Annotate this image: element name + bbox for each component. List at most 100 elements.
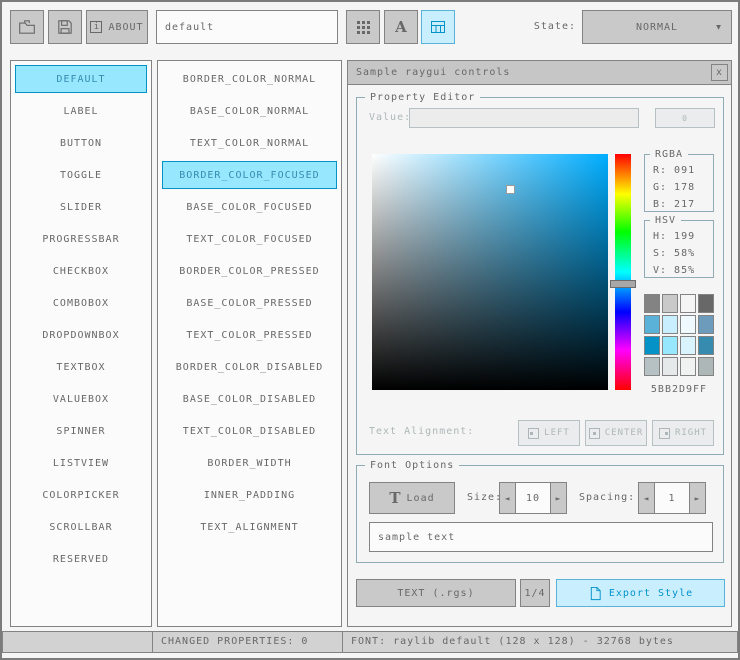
value-input[interactable] — [409, 108, 639, 128]
property-list-item[interactable]: BORDER_COLOR_FOCUSED — [162, 161, 337, 189]
rgba-g-value: G: 178 — [653, 182, 696, 193]
sample-text-input[interactable]: sample text — [369, 522, 713, 552]
hex-color-value[interactable]: 5BB2D9FF — [644, 384, 714, 395]
size-decrease-button[interactable]: ◄ — [499, 482, 516, 514]
align-right-label: RIGHT — [674, 428, 708, 438]
color-swatch[interactable] — [680, 294, 696, 313]
rgba-group-label: RGBA — [650, 148, 689, 161]
color-swatch[interactable] — [680, 357, 696, 376]
window-titlebar[interactable]: Sample raygui controls x — [348, 61, 731, 85]
color-swatch[interactable] — [644, 294, 660, 313]
property-list-item[interactable]: BORDER_COLOR_NORMAL — [162, 65, 337, 93]
color-swatch[interactable] — [662, 336, 678, 355]
hsv-group: HSV H: 199 S: 58% V: 85% — [644, 214, 714, 278]
spacing-decrease-button[interactable]: ◄ — [638, 482, 655, 514]
color-swatch[interactable] — [644, 357, 660, 376]
state-label: State: — [533, 21, 576, 32]
align-left-icon — [528, 427, 540, 439]
value-edit-button-label: 0 — [682, 113, 688, 123]
font-tool-button[interactable]: A — [384, 10, 418, 44]
font-load-button[interactable]: T Load — [369, 482, 455, 514]
control-list-item[interactable]: VALUEBOX — [15, 385, 147, 413]
spacing-value-box[interactable]: 1 — [654, 482, 690, 514]
style-name-input[interactable] — [156, 10, 338, 44]
property-list-item[interactable]: BORDER_WIDTH — [162, 449, 337, 477]
control-list-item[interactable]: TOGGLE — [15, 161, 147, 189]
style-table-button[interactable] — [421, 10, 455, 44]
hue-bar[interactable] — [615, 154, 631, 390]
font-options-group-label: Font Options — [365, 459, 460, 472]
export-style-button[interactable]: Export Style — [556, 579, 725, 607]
color-swatch[interactable] — [662, 294, 678, 313]
value-edit-button[interactable]: 0 — [655, 108, 715, 128]
export-text-rgs-button[interactable]: TEXT (.rgs) — [356, 579, 516, 607]
color-swatch[interactable] — [680, 315, 696, 334]
color-swatch[interactable] — [662, 357, 678, 376]
color-picker-cursor[interactable] — [506, 185, 515, 194]
property-list-item[interactable]: TEXT_COLOR_FOCUSED — [162, 225, 337, 253]
font-info-text: FONT: raylib default (128 x 128) - 32768… — [351, 636, 674, 647]
property-list-item[interactable]: BASE_COLOR_PRESSED — [162, 289, 337, 317]
control-list-item[interactable]: PROGRESSBAR — [15, 225, 147, 253]
left-arrow-icon: ◄ — [643, 493, 650, 503]
property-list-item[interactable]: TEXT_COLOR_NORMAL — [162, 129, 337, 157]
close-button[interactable]: x — [711, 64, 728, 81]
color-swatch[interactable] — [662, 315, 678, 334]
property-list-item[interactable]: BORDER_COLOR_DISABLED — [162, 353, 337, 381]
palette-grid-button[interactable] — [346, 10, 380, 44]
align-left-label: LEFT — [544, 428, 570, 438]
format-counter-label: 1/4 — [524, 587, 546, 599]
text-alignment-label: Text Alignment: — [369, 426, 475, 437]
align-right-button[interactable]: RIGHT — [652, 420, 714, 446]
align-center-icon — [588, 427, 600, 439]
properties-list: BORDER_COLOR_NORMAL BASE_COLOR_NORMAL TEXT… — [157, 60, 342, 627]
color-saturation-value-panel[interactable] — [372, 154, 608, 390]
color-swatch[interactable] — [698, 357, 714, 376]
control-list-item[interactable]: DROPDOWNBOX — [15, 321, 147, 349]
rguistyler-window: i ABOUT A State: NORMAL ▼ DEFAULT LABEL BU… — [0, 0, 740, 660]
control-list-item[interactable]: BUTTON — [15, 129, 147, 157]
info-icon: i — [90, 21, 103, 33]
load-file-button[interactable] — [10, 10, 44, 44]
about-button[interactable]: i ABOUT — [86, 10, 148, 44]
color-swatch[interactable] — [644, 336, 660, 355]
property-list-item[interactable]: TEXT_COLOR_DISABLED — [162, 417, 337, 445]
control-list-item[interactable]: RESERVED — [15, 545, 147, 573]
color-swatch[interactable] — [680, 336, 696, 355]
property-list-item[interactable]: INNER_PADDING — [162, 481, 337, 509]
chevron-down-icon: ▼ — [716, 22, 722, 32]
property-list-item[interactable]: BASE_COLOR_NORMAL — [162, 97, 337, 125]
size-value-box[interactable]: 10 — [515, 482, 551, 514]
color-swatch[interactable] — [698, 315, 714, 334]
control-list-item[interactable]: SLIDER — [15, 193, 147, 221]
color-swatch[interactable] — [644, 315, 660, 334]
hue-slider-handle[interactable] — [610, 280, 636, 288]
property-list-item[interactable]: TEXT_ALIGNMENT — [162, 513, 337, 541]
property-list-item[interactable]: BASE_COLOR_DISABLED — [162, 385, 337, 413]
control-list-item[interactable]: SPINNER — [15, 417, 147, 445]
hsv-h-value: H: 199 — [653, 231, 696, 242]
save-file-button[interactable] — [48, 10, 82, 44]
color-swatch[interactable] — [698, 336, 714, 355]
control-list-item[interactable]: COMBOBOX — [15, 289, 147, 317]
control-list-item[interactable]: DEFAULT — [15, 65, 147, 93]
control-list-item[interactable]: LISTVIEW — [15, 449, 147, 477]
state-dropdown[interactable]: NORMAL ▼ — [582, 10, 732, 44]
control-list-item[interactable]: COLORPICKER — [15, 481, 147, 509]
export-file-icon — [590, 586, 601, 600]
align-center-button[interactable]: CENTER — [585, 420, 647, 446]
property-list-item[interactable]: BORDER_COLOR_PRESSED — [162, 257, 337, 285]
control-list-item[interactable]: LABEL — [15, 97, 147, 125]
left-arrow-icon: ◄ — [504, 493, 511, 503]
property-list-item[interactable]: TEXT_COLOR_PRESSED — [162, 321, 337, 349]
control-list-item[interactable]: TEXTBOX — [15, 353, 147, 381]
color-swatch[interactable] — [698, 294, 714, 313]
format-counter-button[interactable]: 1/4 — [520, 579, 550, 607]
control-list-item[interactable]: CHECKBOX — [15, 257, 147, 285]
spacing-increase-button[interactable]: ► — [689, 482, 706, 514]
align-left-button[interactable]: LEFT — [518, 420, 580, 446]
font-a-icon: A — [395, 18, 407, 36]
control-list-item[interactable]: SCROLLBAR — [15, 513, 147, 541]
property-list-item[interactable]: BASE_COLOR_FOCUSED — [162, 193, 337, 221]
size-increase-button[interactable]: ► — [550, 482, 567, 514]
